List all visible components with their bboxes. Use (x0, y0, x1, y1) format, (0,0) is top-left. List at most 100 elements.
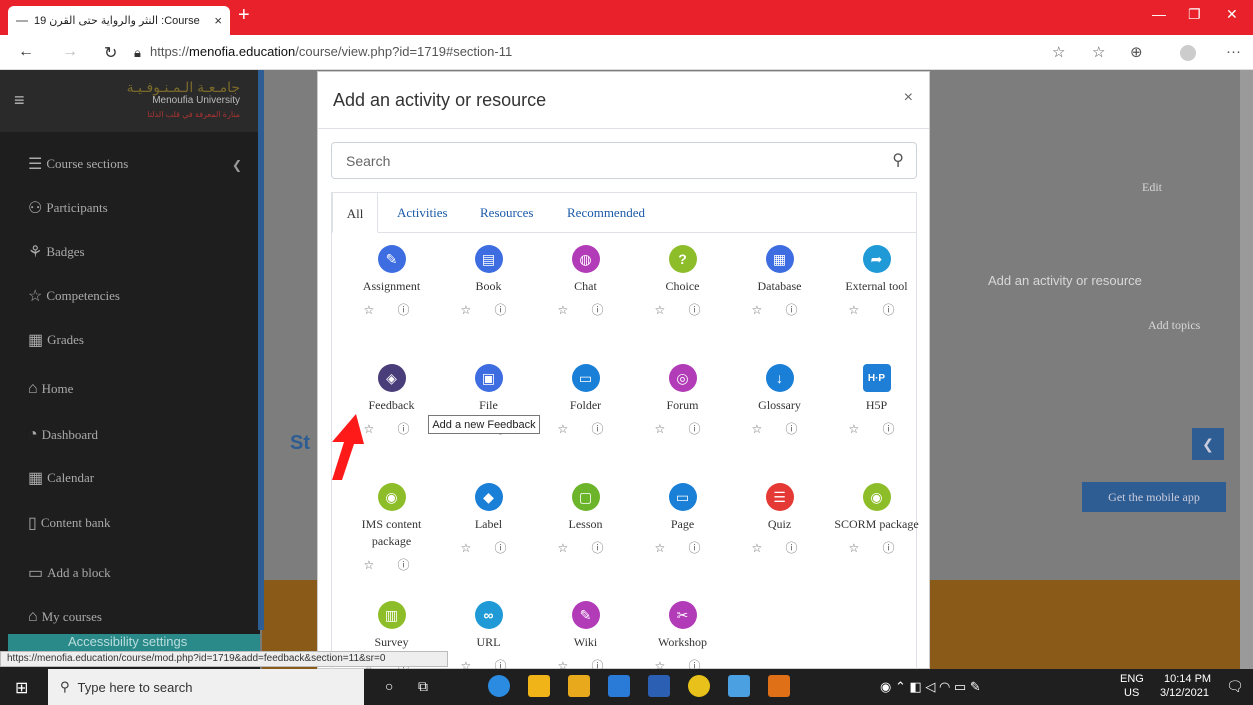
edge-icon[interactable] (488, 675, 510, 697)
sidebar-item-content-bank[interactable]: ▯ Content bank (28, 513, 111, 533)
sidebar-item-participants[interactable]: ⚇ Participants (28, 198, 108, 218)
new-tab-button[interactable]: + (238, 4, 250, 27)
word-icon[interactable] (648, 675, 670, 697)
hamburger-icon[interactable]: ≡ (14, 90, 25, 111)
tab-all[interactable]: All (332, 192, 378, 233)
module-book[interactable]: ▤ Book ☆ ⓘ (445, 245, 532, 340)
store-icon[interactable] (568, 675, 590, 697)
square-icon: ▭ (28, 565, 44, 582)
search-input[interactable]: Search ⚲ (331, 142, 917, 179)
task-view-icon[interactable]: ⧉ (418, 678, 428, 695)
taskbar-search[interactable]: ⚲ Type here to search (48, 669, 364, 705)
star-info-icons[interactable]: ☆ ⓘ (736, 420, 823, 437)
edit-menu[interactable]: Edit (1142, 180, 1162, 195)
mobile-app-button[interactable]: Get the mobile app (1082, 482, 1226, 512)
url-field[interactable]: https://menofia.education/course/view.ph… (150, 44, 512, 59)
tab-activities[interactable]: Activities (397, 205, 448, 221)
star-info-icons[interactable]: ☆ ⓘ (542, 301, 629, 318)
module-assignment[interactable]: ✎ Assignment ☆ ⓘ (348, 245, 435, 340)
star-info-icons[interactable]: ☆ ⓘ (542, 420, 629, 437)
restore-icon[interactable]: ❐ (1188, 6, 1201, 23)
tab-resources[interactable]: Resources (480, 205, 533, 221)
sidebar-item-add-block[interactable]: ▭ Add a block (28, 563, 111, 583)
module-h5p[interactable]: H·P H5P ☆ ⓘ (833, 364, 920, 459)
tab-close-icon[interactable]: × (214, 13, 222, 28)
notifications-icon[interactable]: 🗨︎ (1226, 678, 1244, 695)
module-glossary[interactable]: ↓ Glossary ☆ ⓘ (736, 364, 823, 459)
file-explorer-icon[interactable] (528, 675, 550, 697)
module-quiz[interactable]: ☰ Quiz ☆ ⓘ (736, 483, 823, 578)
refresh-icon[interactable]: ↻ (104, 43, 117, 63)
university-logo[interactable]: جامـعـة الـمـنـوفـيـة Menoufia Universit… (80, 80, 240, 124)
survey-icon: ▥ (377, 601, 406, 629)
back-icon[interactable]: ← (18, 43, 34, 61)
profile-avatar[interactable] (1180, 45, 1196, 61)
tab-recommended[interactable]: Recommended (567, 205, 645, 221)
star-info-icons[interactable]: ☆ ⓘ (639, 539, 726, 556)
sidebar-item-course-sections[interactable]: ☰ Course sections (28, 154, 128, 174)
windows-start-icon[interactable]: ⊞ (15, 678, 28, 698)
module-lesson[interactable]: ▢ Lesson ☆ ⓘ (542, 483, 629, 578)
star-info-icons[interactable]: ☆ ⓘ (445, 301, 532, 318)
block-toggle-icon[interactable]: ❮ (1192, 428, 1224, 460)
media-icon[interactable] (768, 675, 790, 697)
minimize-icon[interactable]: — (1152, 6, 1166, 22)
sidebar-item-dashboard[interactable]: ◔ Dashboard (28, 426, 98, 444)
star-info-icons[interactable]: ☆ ⓘ (833, 539, 920, 556)
module-name: Book (475, 279, 502, 293)
add-activity-link[interactable]: Add an activity or resource (988, 273, 1142, 288)
logo-arabic: جامـعـة الـمـنـوفـيـة (126, 79, 240, 95)
add-topics-link[interactable]: Add topics (1148, 318, 1200, 333)
sidebar-item-my-courses[interactable]: ⌂ My courses (28, 608, 102, 626)
more-icon[interactable]: ··· (1226, 43, 1241, 60)
chevron-left-icon[interactable]: ❮ (232, 158, 242, 172)
star-info-icons[interactable]: ☆ ⓘ (348, 301, 435, 318)
module-page[interactable]: ▭ Page ☆ ⓘ (639, 483, 726, 578)
star-info-icons[interactable]: ☆ ⓘ (736, 539, 823, 556)
module-choice[interactable]: ? Choice ☆ ⓘ (639, 245, 726, 340)
app-icon[interactable] (728, 675, 750, 697)
search-placeholder: Search (346, 152, 391, 169)
star-info-icons[interactable]: ☆ ⓘ (639, 301, 726, 318)
mail-icon[interactable] (608, 675, 630, 697)
sidebar-item-competencies[interactable]: ☆ Competencies (28, 286, 120, 306)
tray-icons[interactable]: ◉ ⌃ ◧ ◁ ◠ ▭ ✎ (880, 679, 981, 695)
modal-close-icon[interactable]: × (904, 89, 913, 107)
module-scorm-package[interactable]: ◉ SCORM package ☆ ⓘ (833, 483, 920, 578)
module-database[interactable]: ▦ Database ☆ ⓘ (736, 245, 823, 340)
star-info-icons[interactable]: ☆ ⓘ (445, 539, 532, 556)
page-scrollbar[interactable] (1240, 70, 1253, 669)
sidebar-item-calendar[interactable]: ▦ Calendar (28, 468, 94, 488)
star-info-icons[interactable]: ☆ ⓘ (736, 301, 823, 318)
collections-icon[interactable]: ⊕ (1130, 43, 1143, 61)
module-folder[interactable]: ▭ Folder ☆ ⓘ (542, 364, 629, 459)
read-aloud-icon[interactable]: ☆ (1052, 43, 1065, 61)
lesson-icon: ▢ (571, 483, 600, 511)
cortana-icon[interactable]: ○ (385, 678, 393, 694)
language-indicator[interactable]: ENG (1120, 673, 1144, 685)
window-close-icon[interactable]: ✕ (1226, 6, 1238, 23)
sidebar-item-badges[interactable]: ⚘ Badges (28, 242, 85, 262)
workshop-icon: ✂ (668, 601, 697, 629)
module-file[interactable]: ▣File☆ ⓘ (445, 364, 532, 459)
module-name: Page (670, 517, 695, 531)
search-icon[interactable]: ⚲ (892, 150, 904, 170)
module-forum[interactable]: ◎ Forum ☆ ⓘ (639, 364, 726, 459)
star-info-icons[interactable]: ☆ ⓘ (542, 539, 629, 556)
star-info-icons[interactable]: ☆ ⓘ (833, 301, 920, 318)
star-info-icons[interactable]: ☆ ⓘ (348, 556, 435, 573)
module-chat[interactable]: ◍ Chat ☆ ⓘ (542, 245, 629, 340)
star-info-icons[interactable]: ☆ ⓘ (639, 420, 726, 437)
browser-tab[interactable]: النثر والرواية حتى القرن 19 :Course × (8, 6, 230, 35)
star-info-icons[interactable]: ☆ ⓘ (833, 420, 920, 437)
clock-time[interactable]: 10:14 PM (1164, 673, 1211, 685)
sidebar-item-home[interactable]: ⌂ Home (28, 380, 73, 398)
module-ims-content-package[interactable]: ◉ IMS content package ☆ ⓘ (348, 483, 435, 578)
chrome-icon[interactable] (688, 675, 710, 697)
module-label[interactable]: ◆ Label ☆ ⓘ (445, 483, 532, 578)
module-external-tool[interactable]: ➦ External tool ☆ ⓘ (833, 245, 920, 340)
accessibility-settings[interactable]: Accessibility settings (8, 634, 260, 652)
forward-icon[interactable]: → (62, 43, 78, 61)
favorites-icon[interactable]: ☆ (1092, 43, 1105, 61)
sidebar-item-grades[interactable]: ▦ Grades (28, 330, 84, 350)
